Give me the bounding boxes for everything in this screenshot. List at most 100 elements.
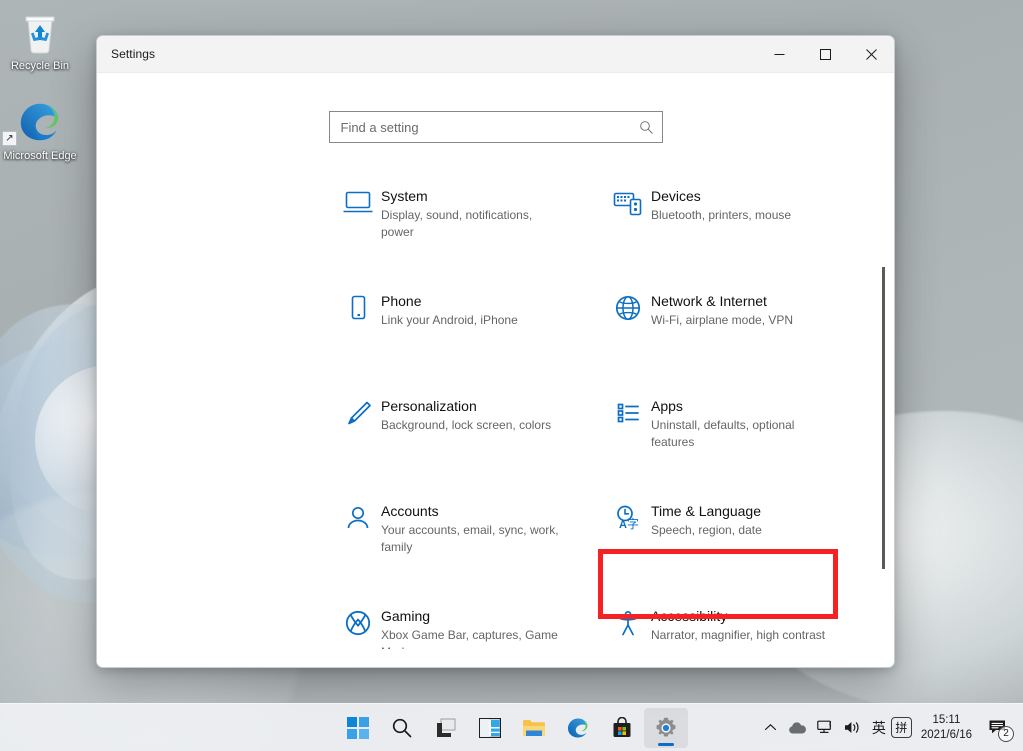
- settings-tiles-grid: System Display, sound, notifications, po…: [97, 179, 894, 649]
- settings-tiles-scroll[interactable]: System Display, sound, notifications, po…: [97, 179, 894, 649]
- tray-time: 15:11: [932, 713, 960, 728]
- scrollbar-thumb[interactable]: [882, 267, 885, 569]
- taskbar[interactable]: 英 拼 15:11 2021/6/16 2: [0, 703, 1023, 751]
- xbox-icon: [335, 607, 381, 649]
- devices-icon: [605, 187, 651, 229]
- monitor-icon: [335, 187, 381, 229]
- tile-title: Network & Internet: [651, 292, 793, 311]
- microsoft-edge-button[interactable]: [556, 708, 600, 748]
- taskbar-buttons: [336, 708, 688, 748]
- settings-tile-apps[interactable]: Apps Uninstall, defaults, optional featu…: [605, 389, 867, 494]
- settings-scrollbar[interactable]: [878, 129, 888, 659]
- system-tray: 英 拼 15:11 2021/6/16 2: [759, 704, 1015, 751]
- task-view-icon: [435, 718, 457, 738]
- tile-description: Bluetooth, printers, mouse: [651, 207, 791, 224]
- close-button[interactable]: [848, 36, 894, 73]
- accessibility-icon: [605, 607, 651, 649]
- brush-icon: [335, 397, 381, 439]
- windows-start-icon: [347, 717, 369, 739]
- search-icon: [391, 717, 413, 739]
- start-button[interactable]: [336, 708, 380, 748]
- settings-window[interactable]: Settings: [96, 35, 895, 668]
- search-input[interactable]: [341, 120, 639, 135]
- ime-pinyin-indicator[interactable]: 拼: [891, 717, 912, 738]
- settings-tile-system[interactable]: System Display, sound, notifications, po…: [335, 179, 597, 284]
- settings-tile-time-language[interactable]: A 字 Time & Language Speech, region, date: [605, 494, 867, 599]
- widgets-icon: [479, 718, 501, 738]
- file-explorer-button[interactable]: [512, 708, 556, 748]
- window-titlebar[interactable]: Settings: [97, 36, 894, 73]
- settings-tile-phone[interactable]: Phone Link your Android, iPhone: [335, 284, 597, 389]
- tile-description: Xbox Game Bar, captures, Game Mode: [381, 627, 561, 649]
- svg-text:A: A: [619, 519, 627, 531]
- tile-title: Phone: [381, 292, 518, 311]
- window-title: Settings: [97, 47, 155, 61]
- store-bag-icon: [611, 717, 633, 739]
- desktop-icon-label: Microsoft Edge: [0, 150, 80, 163]
- gear-icon: [654, 716, 678, 740]
- globe-icon: [605, 292, 651, 334]
- notifications-button[interactable]: 2: [981, 708, 1015, 748]
- volume-tray-button[interactable]: [839, 708, 867, 748]
- app-list-icon: [605, 397, 651, 439]
- tile-description: Display, sound, notifications, power: [381, 207, 561, 241]
- person-icon: [335, 502, 381, 544]
- tile-title: Time & Language: [651, 502, 762, 521]
- maximize-button[interactable]: [802, 36, 848, 73]
- shortcut-overlay-icon: ↗: [2, 131, 17, 146]
- tray-date: 2021/6/16: [921, 728, 972, 743]
- widgets-button[interactable]: [468, 708, 512, 748]
- onedrive-tray-button[interactable]: [783, 708, 812, 748]
- clock-language-icon: A 字: [605, 502, 651, 544]
- tile-title: Apps: [651, 397, 831, 416]
- phone-icon: [335, 292, 381, 334]
- chevron-up-icon: [764, 721, 777, 734]
- show-hidden-icons-button[interactable]: [759, 708, 783, 748]
- desktop-icon-microsoft-edge[interactable]: ↗ Microsoft Edge: [0, 98, 80, 163]
- task-view-button[interactable]: [424, 708, 468, 748]
- minimize-icon: [774, 49, 785, 60]
- folder-icon: [522, 718, 546, 738]
- tile-title: Personalization: [381, 397, 551, 416]
- volume-icon: [844, 720, 862, 735]
- settings-tile-devices[interactable]: Devices Bluetooth, printers, mouse: [605, 179, 867, 284]
- tile-description: Speech, region, date: [651, 522, 762, 539]
- search-row: [97, 73, 894, 143]
- notification-badge: 2: [998, 726, 1014, 742]
- network-tray-button[interactable]: [812, 708, 839, 748]
- settings-tile-gaming[interactable]: Gaming Xbox Game Bar, captures, Game Mod…: [335, 599, 597, 649]
- tile-title: Devices: [651, 187, 791, 206]
- minimize-button[interactable]: [756, 36, 802, 73]
- close-icon: [866, 49, 877, 60]
- ime-mode-indicator[interactable]: 英: [867, 708, 891, 748]
- search-icon: [639, 120, 654, 135]
- tile-title: Accounts: [381, 502, 561, 521]
- tile-description: Uninstall, defaults, optional features: [651, 417, 831, 451]
- settings-tile-personalization[interactable]: Personalization Background, lock screen,…: [335, 389, 597, 494]
- svg-text:字: 字: [627, 516, 639, 531]
- tile-description: Wi-Fi, airplane mode, VPN: [651, 312, 793, 329]
- microsoft-edge-icon: ↗: [0, 98, 80, 146]
- microsoft-edge-icon: [566, 716, 590, 740]
- settings-tile-accessibility[interactable]: Accessibility Narrator, magnifier, high …: [605, 599, 867, 649]
- desktop[interactable]: Recycle Bin ↗ Microsoft Edge: [0, 0, 1023, 751]
- microsoft-store-button[interactable]: [600, 708, 644, 748]
- tile-title: System: [381, 187, 561, 206]
- search-box[interactable]: [329, 111, 663, 143]
- settings-body: System Display, sound, notifications, po…: [97, 73, 894, 667]
- recycle-bin-icon: [0, 8, 80, 56]
- tile-description: Link your Android, iPhone: [381, 312, 518, 329]
- settings-button[interactable]: [644, 708, 688, 748]
- cloud-icon: [788, 721, 807, 735]
- network-icon: [817, 720, 834, 735]
- tile-description: Background, lock screen, colors: [381, 417, 551, 434]
- clock-button[interactable]: 15:11 2021/6/16: [912, 708, 981, 748]
- desktop-icon-recycle-bin[interactable]: Recycle Bin: [0, 8, 80, 73]
- tile-title: Accessibility: [651, 607, 825, 626]
- tile-description: Narrator, magnifier, high contrast: [651, 627, 825, 644]
- search-button[interactable]: [380, 708, 424, 748]
- tile-description: Your accounts, email, sync, work, family: [381, 522, 561, 556]
- settings-tile-network-internet[interactable]: Network & Internet Wi-Fi, airplane mode,…: [605, 284, 867, 389]
- maximize-icon: [820, 49, 831, 60]
- settings-tile-accounts[interactable]: Accounts Your accounts, email, sync, wor…: [335, 494, 597, 599]
